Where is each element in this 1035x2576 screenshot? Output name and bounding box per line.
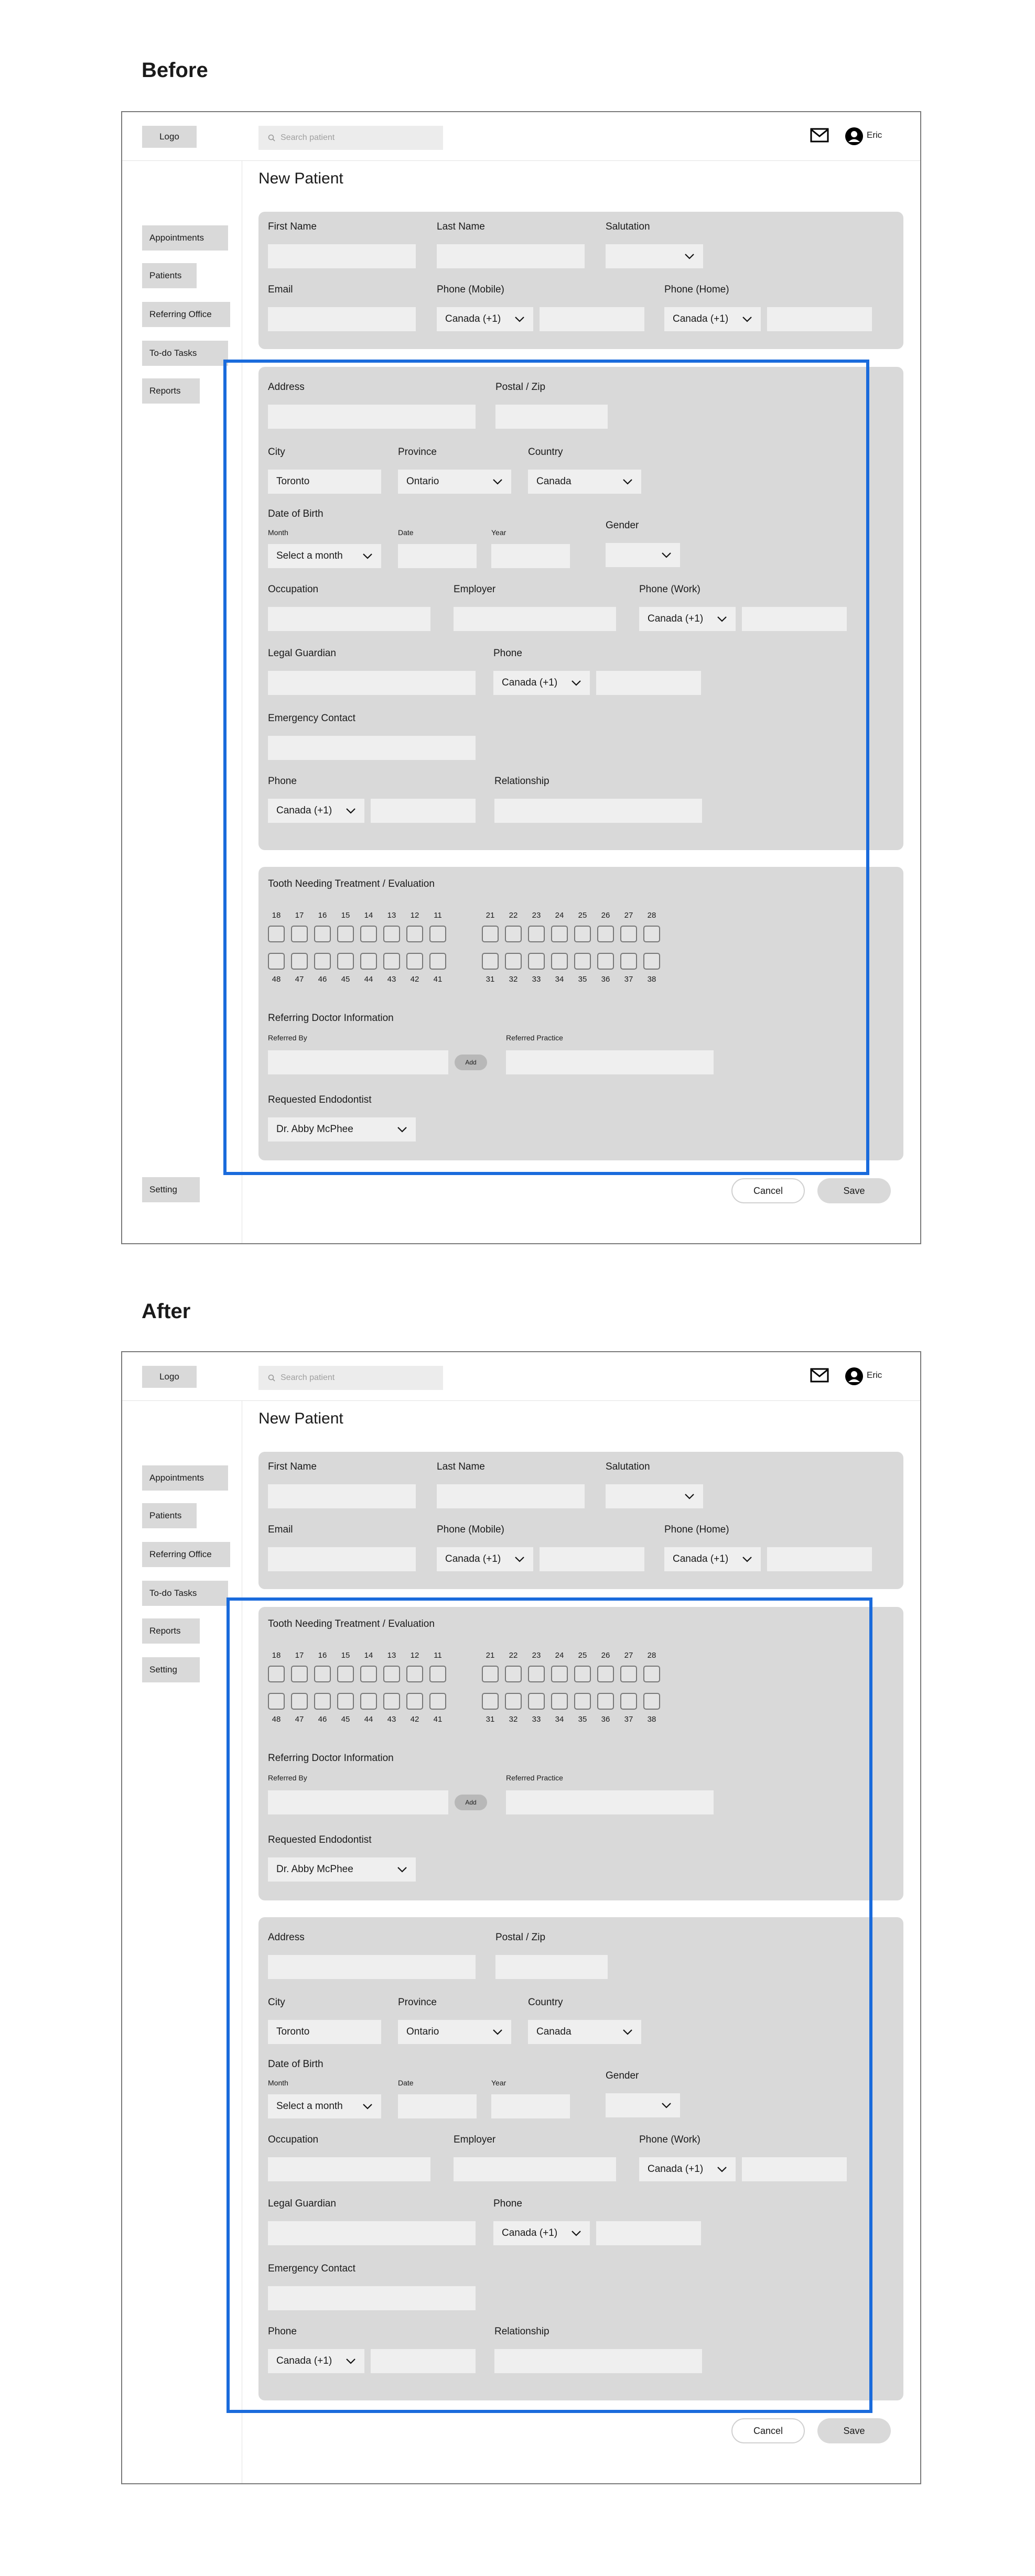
sidebar-item-todo-tasks[interactable]: To-do Tasks: [142, 341, 228, 366]
phone-mobile-label: Phone (Mobile): [437, 284, 504, 295]
search-icon: [268, 134, 275, 142]
first-name-input[interactable]: [268, 1484, 416, 1508]
phone-mobile-input[interactable]: [540, 307, 644, 331]
last-name-input[interactable]: [437, 244, 585, 268]
sidebar-item-appointments[interactable]: Appointments: [142, 225, 228, 251]
phone-home-input[interactable]: [767, 1547, 872, 1571]
sidebar-item-reports[interactable]: Reports: [142, 378, 200, 404]
phone-home-country-select[interactable]: Canada (+1): [664, 1547, 761, 1571]
sidebar-item-referring-office[interactable]: Referring Office: [142, 1542, 230, 1567]
sidebar-item-patients[interactable]: Patients: [142, 263, 197, 288]
first-name-label: First Name: [268, 1461, 317, 1472]
chevron-down-icon: [515, 317, 524, 322]
phone-mobile-label: Phone (Mobile): [437, 1524, 504, 1535]
phone-home-label: Phone (Home): [664, 1524, 729, 1535]
first-name-input[interactable]: [268, 244, 416, 268]
highlight-box: [227, 1597, 872, 2413]
user-avatar-icon[interactable]: [845, 1367, 864, 1386]
phone-home-input[interactable]: [767, 307, 872, 331]
mail-icon[interactable]: [810, 1368, 829, 1383]
page-title: New Patient: [258, 170, 343, 187]
sidebar-item-appointments[interactable]: Appointments: [142, 1465, 228, 1491]
email-input[interactable]: [268, 1547, 416, 1571]
salutation-label: Salutation: [606, 221, 650, 232]
chevron-down-icon: [685, 1494, 694, 1499]
search-icon: [268, 1374, 275, 1382]
cancel-button[interactable]: Cancel: [731, 1178, 805, 1203]
sidebar-item-referring-office[interactable]: Referring Office: [142, 302, 230, 327]
before-heading: Before: [142, 59, 208, 82]
page-title: New Patient: [258, 1410, 343, 1427]
contact-panel: First Name Last Name Salutation Email Ph…: [258, 1452, 903, 1589]
user-name: Eric: [867, 130, 882, 140]
search-placeholder: Search patient: [281, 1373, 335, 1382]
search-input[interactable]: Search patient: [258, 126, 443, 150]
sidebar-item-reports[interactable]: Reports: [142, 1618, 200, 1644]
after-heading: After: [142, 1300, 191, 1323]
last-name-label: Last Name: [437, 221, 485, 232]
sidebar-item-setting[interactable]: Setting: [142, 1657, 200, 1682]
user-avatar-icon[interactable]: [845, 127, 864, 146]
mail-icon[interactable]: [810, 128, 829, 143]
logo: Logo: [142, 126, 197, 148]
first-name-label: First Name: [268, 221, 317, 232]
chevron-down-icon: [742, 317, 752, 322]
sidebar: Appointments Patients Referring Office T…: [122, 1400, 242, 2483]
chevron-down-icon: [685, 254, 694, 259]
highlight-box: [223, 360, 869, 1175]
phone-mobile-input[interactable]: [540, 1547, 644, 1571]
app-header: Logo Search patient Eric: [122, 1352, 920, 1401]
sidebar-item-setting[interactable]: Setting: [142, 1177, 200, 1202]
phone-home-country-select[interactable]: Canada (+1): [664, 307, 761, 331]
phone-mobile-country-select[interactable]: Canada (+1): [437, 1547, 533, 1571]
search-input[interactable]: Search patient: [258, 1366, 443, 1390]
save-button[interactable]: Save: [817, 2418, 891, 2443]
phone-mobile-country-select[interactable]: Canada (+1): [437, 307, 533, 331]
chevron-down-icon: [742, 1557, 752, 1562]
email-label: Email: [268, 1524, 293, 1535]
salutation-select[interactable]: [606, 244, 703, 268]
sidebar-item-patients[interactable]: Patients: [142, 1503, 197, 1528]
last-name-input[interactable]: [437, 1484, 585, 1508]
search-placeholder: Search patient: [281, 133, 335, 142]
salutation-label: Salutation: [606, 1461, 650, 1472]
user-name: Eric: [867, 1370, 882, 1380]
save-button[interactable]: Save: [817, 1178, 891, 1203]
phone-home-label: Phone (Home): [664, 284, 729, 295]
email-label: Email: [268, 284, 293, 295]
logo: Logo: [142, 1366, 197, 1388]
app-header: Logo Search patient Eric: [122, 112, 920, 161]
contact-panel: First Name Last Name Salutation Email Ph…: [258, 212, 903, 349]
cancel-button[interactable]: Cancel: [731, 2418, 805, 2443]
salutation-select[interactable]: [606, 1484, 703, 1508]
sidebar-item-todo-tasks[interactable]: To-do Tasks: [142, 1581, 228, 1606]
last-name-label: Last Name: [437, 1461, 485, 1472]
email-input[interactable]: [268, 307, 416, 331]
chevron-down-icon: [515, 1557, 524, 1562]
